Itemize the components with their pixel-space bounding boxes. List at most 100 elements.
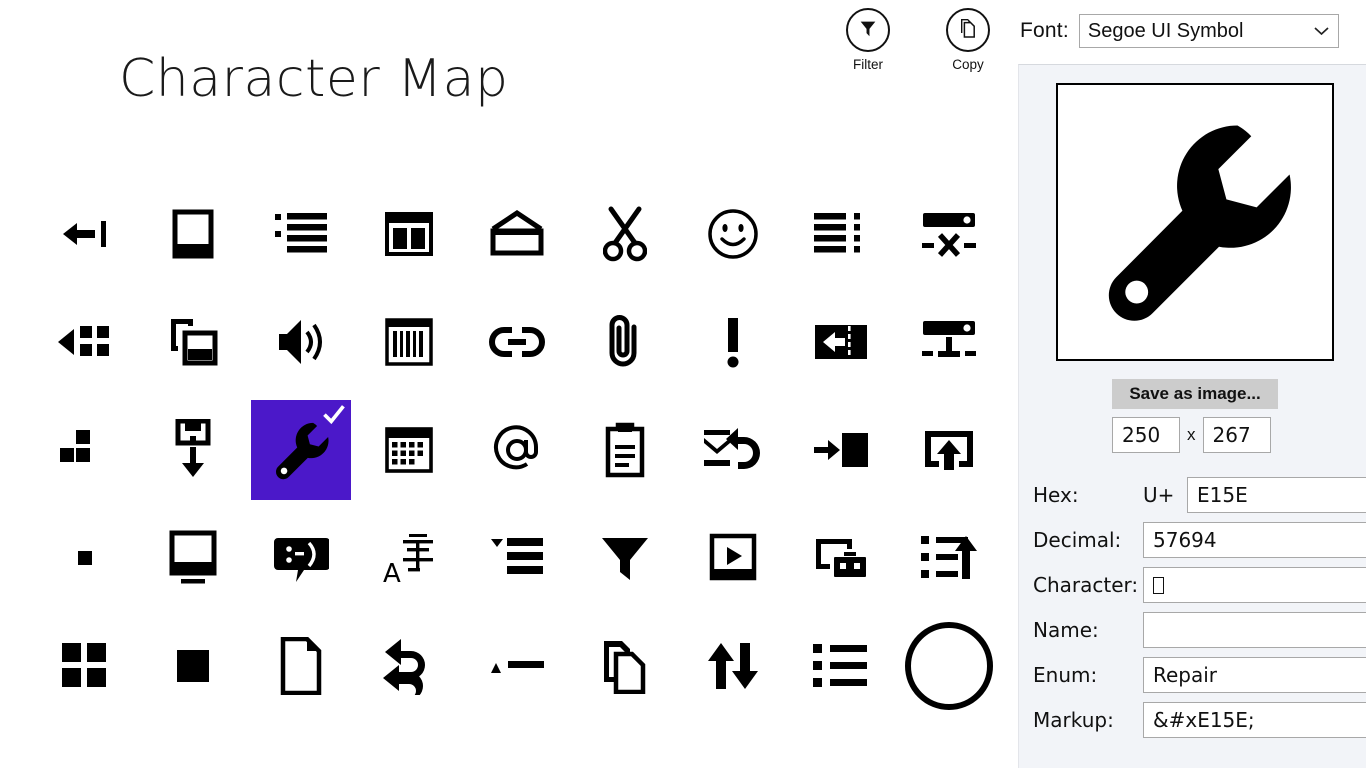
character-cell[interactable] <box>355 612 463 720</box>
image-height-input[interactable]: 267 <box>1202 417 1271 453</box>
detail-field-row: Character: <box>1033 567 1366 603</box>
character-cell[interactable] <box>895 504 1003 612</box>
character-cell[interactable] <box>787 612 895 720</box>
copy-documents-icon <box>575 616 675 716</box>
character-cell[interactable] <box>571 612 679 720</box>
eject-left-icon <box>791 292 891 392</box>
character-cell[interactable] <box>679 504 787 612</box>
at-sign-icon <box>467 400 567 500</box>
small-square-icon <box>35 508 135 608</box>
character-cell[interactable] <box>787 504 895 612</box>
character-cell[interactable] <box>31 180 139 288</box>
copy-button[interactable]: Copy <box>928 8 1008 73</box>
character-cell[interactable] <box>571 504 679 612</box>
filter-funnel-icon <box>575 508 675 608</box>
character-cell[interactable] <box>571 396 679 504</box>
detail-field-input[interactable]: 57694 <box>1143 522 1366 558</box>
video-play-frame-icon <box>683 508 783 608</box>
link-chain-icon <box>467 292 567 392</box>
character-cell[interactable] <box>247 396 355 504</box>
notdef-glyph <box>1153 576 1164 594</box>
character-cell[interactable] <box>31 288 139 396</box>
detail-field-input[interactable]: &#xE15E; <box>1143 702 1366 738</box>
share-upload-icon <box>899 400 999 500</box>
character-cell[interactable] <box>355 396 463 504</box>
character-cell[interactable] <box>463 180 571 288</box>
character-cell[interactable] <box>895 396 1003 504</box>
copy-pages-icon <box>956 16 980 45</box>
font-select[interactable]: Segoe UI Symbol <box>1078 14 1339 48</box>
character-map-app: Filter Copy Font: Segoe UI Symbol Charac… <box>0 0 1366 768</box>
language-translate-icon: A <box>359 508 459 608</box>
character-cell[interactable] <box>571 180 679 288</box>
font-select-value: Segoe UI Symbol <box>1087 19 1244 42</box>
character-cell[interactable] <box>787 180 895 288</box>
detail-field-input[interactable]: Repair <box>1143 657 1366 693</box>
wrench-repair-icon <box>1088 112 1303 332</box>
filled-square-icon <box>143 616 243 716</box>
filter-button-label: Filter <box>853 57 883 72</box>
detail-field-row: Hex: U+ E15E <box>1033 477 1366 513</box>
character-cell[interactable] <box>31 396 139 504</box>
svg-text:A: A <box>383 559 401 586</box>
filter-icon-circle <box>846 8 890 52</box>
character-cell[interactable] <box>571 288 679 396</box>
save-as-image-button[interactable]: Save as image... <box>1112 379 1278 409</box>
character-cell[interactable] <box>247 612 355 720</box>
copy-overlap-icon <box>143 292 243 392</box>
copy-button-label: Copy <box>952 57 984 72</box>
character-cell[interactable] <box>679 180 787 288</box>
character-cell[interactable] <box>139 180 247 288</box>
detail-field-input[interactable]: E15E <box>1187 477 1366 513</box>
server-connect-icon <box>899 292 999 392</box>
character-cell[interactable] <box>31 504 139 612</box>
character-cell[interactable] <box>787 288 895 396</box>
detail-field-label: Hex: <box>1033 483 1079 507</box>
reply-all-mail-icon <box>683 400 783 500</box>
character-cell[interactable] <box>247 504 355 612</box>
monitor-screen-icon <box>143 508 243 608</box>
character-cell[interactable] <box>895 288 1003 396</box>
detail-fields: Hex: U+ E15E Decimal: 57694 Character: Name: En… <box>1033 477 1366 747</box>
character-cell[interactable] <box>247 288 355 396</box>
wrench-repair-icon <box>251 400 351 500</box>
character-cell[interactable] <box>247 180 355 288</box>
character-cell[interactable] <box>139 504 247 612</box>
image-width-input[interactable]: 250 <box>1112 417 1180 453</box>
character-cell[interactable] <box>463 504 571 612</box>
detail-field-input[interactable] <box>1143 567 1366 603</box>
detail-field-label: Name: <box>1033 618 1099 642</box>
two-column-layout-icon <box>359 184 459 284</box>
character-cell[interactable]: A <box>355 504 463 612</box>
size-separator-label: x <box>1187 425 1196 444</box>
character-cell[interactable] <box>139 288 247 396</box>
list-with-dots-icon <box>791 184 891 284</box>
character-cell[interactable] <box>463 288 571 396</box>
detail-field-row: Enum: Repair <box>1033 657 1366 693</box>
detail-field-label: Enum: <box>1033 663 1098 687</box>
character-cell[interactable] <box>355 180 463 288</box>
detail-field-input[interactable] <box>1143 612 1366 648</box>
character-cell[interactable] <box>787 396 895 504</box>
character-cell[interactable] <box>679 396 787 504</box>
volume-speaker-icon <box>251 292 351 392</box>
character-cell[interactable] <box>463 612 571 720</box>
collapse-list-icon <box>467 508 567 608</box>
detail-field-label: Decimal: <box>1033 528 1122 552</box>
sort-up-down-icon <box>683 616 783 716</box>
character-cell[interactable] <box>679 288 787 396</box>
detail-field-row: Decimal: 57694 <box>1033 522 1366 558</box>
character-cell[interactable] <box>31 612 139 720</box>
character-cell[interactable] <box>355 288 463 396</box>
character-grid-scroll[interactable]: A <box>0 180 1018 768</box>
character-cell[interactable] <box>463 396 571 504</box>
character-cell[interactable] <box>895 180 1003 288</box>
filter-button[interactable]: Filter <box>828 8 908 73</box>
character-cell[interactable] <box>679 612 787 720</box>
back-to-window-icon <box>35 184 135 284</box>
character-cell[interactable] <box>139 396 247 504</box>
character-cell[interactable] <box>895 612 1003 720</box>
character-preview <box>1056 83 1334 361</box>
four-tiles-icon <box>35 616 135 716</box>
character-cell[interactable] <box>139 612 247 720</box>
